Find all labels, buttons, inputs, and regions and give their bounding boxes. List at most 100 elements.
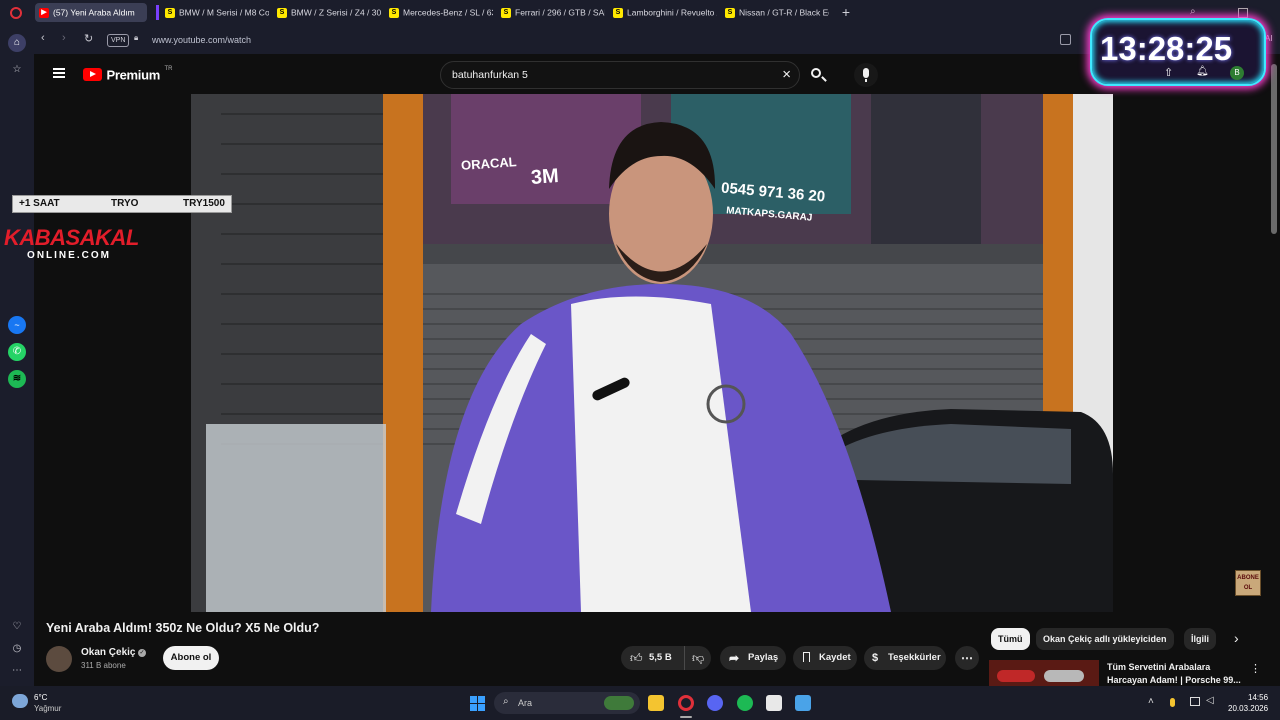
browser-tab-strip: ▶ (57) Yeni Araba Aldım S BMW / M Serisi /…	[0, 0, 1280, 26]
kabasakal-logo: KABASAKAL ONLINE.COM	[4, 225, 139, 262]
like-count: 5,5 B	[649, 652, 672, 663]
dislike-button[interactable]: 👎︎	[684, 646, 711, 670]
taskbar-date[interactable]: 20.03.2026	[1228, 704, 1268, 713]
heart-icon[interactable]: ♡	[8, 618, 26, 636]
search-input[interactable]: batuhanfurkan 5 ×	[440, 61, 800, 89]
windows-start-icon[interactable]	[470, 696, 485, 711]
more-dots-icon[interactable]: ⋯	[8, 662, 26, 680]
sahibinden-favicon-icon: S	[389, 7, 399, 18]
chip-all[interactable]: Tümü	[991, 628, 1030, 650]
reload-icon[interactable]: ↻	[84, 32, 93, 45]
related-video-title-1[interactable]: Tüm Servetini Arabalara	[1107, 662, 1210, 672]
share-label: Paylaş	[748, 652, 779, 663]
tab-search-icon[interactable]: ⌕	[1190, 6, 1196, 17]
weather-temp[interactable]: 6°C	[34, 693, 47, 702]
sahibinden-favicon-icon: S	[165, 7, 175, 18]
pinboard-icon[interactable]: ☆	[8, 61, 26, 79]
new-tab-plus-icon[interactable]: +	[839, 5, 853, 19]
sahibinden-favicon-icon: S	[613, 7, 623, 18]
thumbs-up-icon: 👍︎	[630, 651, 643, 665]
taskbar-time[interactable]: 14:56	[1248, 693, 1268, 702]
spotify-taskbar-icon[interactable]	[737, 695, 753, 711]
clear-search-icon[interactable]: ×	[782, 66, 791, 83]
vpn-badge[interactable]: VPN	[107, 34, 130, 47]
weather-desc[interactable]: Yağmur	[34, 704, 61, 713]
whatsapp-icon[interactable]: ✆	[8, 343, 26, 361]
subscribe-badge[interactable]: ABONE OL	[1235, 570, 1261, 596]
desktop-clock-widget: 13:28:25 ⇧ 🔔︎ B	[1090, 18, 1266, 86]
opera-logo-icon[interactable]	[10, 7, 22, 19]
kabasakal-logo-top: KABASAKAL	[4, 225, 139, 250]
save-label: Kaydet	[819, 652, 851, 663]
tray-volume-icon[interactable]: ◁	[1206, 695, 1214, 706]
history-clock-icon[interactable]: ◷	[8, 640, 26, 658]
video-title: Yeni Araba Aldım! 350z Ne Oldu? X5 Ne Ol…	[46, 621, 320, 635]
taskbar-search-box[interactable]: ⌕ Ara	[494, 692, 640, 714]
home-icon[interactable]: ⌂	[8, 34, 26, 52]
photos-taskbar-icon[interactable]	[795, 695, 811, 711]
logo-country: TR	[164, 66, 173, 72]
tab-lamborghini[interactable]: S Lamborghini / Revuelto /	[609, 3, 717, 22]
forward-arrow-icon[interactable]: ›	[62, 32, 66, 44]
messenger-icon[interactable]: ~	[8, 316, 26, 334]
voice-search-button[interactable]	[854, 63, 878, 87]
chip-related[interactable]: İlgili	[1184, 628, 1216, 650]
tray-microphone-icon[interactable]	[1170, 698, 1175, 707]
chips-next-chevron-icon[interactable]: ›	[1234, 630, 1239, 646]
subscribe-badge-line2: OL	[1243, 585, 1253, 591]
chip-uploader[interactable]: Okan Çekiç adlı yükleyiciden	[1036, 628, 1174, 650]
tray-chevron-icon[interactable]: ˄	[1148, 696, 1154, 707]
promo-banner-item: +1 SAAT	[19, 198, 60, 209]
tab-bmw-z4[interactable]: S BMW / Z Serisi / Z4 / 30i	[273, 3, 381, 22]
hamburger-menu-icon[interactable]	[53, 68, 65, 78]
back-arrow-icon[interactable]: ‹	[41, 32, 45, 44]
opera-taskbar-icon[interactable]	[678, 695, 694, 711]
channel-name[interactable]: Okan Çekiç	[81, 647, 135, 658]
tray-network-icon[interactable]	[1190, 697, 1200, 706]
promo-banner: +1 SAAT TRYO TRY1500	[12, 195, 232, 213]
youtube-logo[interactable]: Premium TR	[83, 66, 172, 84]
tab-nissan-gtr[interactable]: SNissan / GT-R / Black Editi	[721, 3, 829, 22]
page-scrollbar[interactable]	[1271, 64, 1277, 234]
search-query-text: batuhanfurkan 5	[452, 69, 528, 81]
logo-text: Premium	[106, 67, 160, 83]
notifications-bell-icon[interactable]: 🔔︎	[1196, 66, 1209, 77]
save-button[interactable]: Kaydet	[793, 646, 857, 670]
like-button[interactable]: 👍︎ 5,5 B	[621, 646, 677, 670]
tab-bmw-m8[interactable]: S BMW / M Serisi / M8 Cou	[161, 3, 269, 22]
account-avatar[interactable]: B	[1230, 66, 1244, 80]
thanks-button[interactable]: $ Teşekkürler	[864, 646, 946, 670]
youtube-page: Premium TR batuhanfurkan 5 × ORACAL 3M 0…	[4, 54, 1270, 686]
weather-rain-icon[interactable]	[12, 694, 28, 708]
search-highlight-icon	[604, 696, 634, 710]
more-actions-button[interactable]: ⋯	[955, 646, 979, 670]
subscribe-button[interactable]: Abone ol	[163, 646, 219, 670]
upload-icon[interactable]: ⇧	[1164, 66, 1173, 79]
tab-divider-purple	[156, 5, 159, 20]
discord-icon[interactable]	[707, 695, 723, 711]
tab-youtube[interactable]: ▶ (57) Yeni Araba Aldım	[35, 3, 147, 22]
subscriber-count: 311 B abone	[81, 661, 126, 670]
related-video-title-2[interactable]: Harcayan Adam! | Porsche 99...	[1107, 675, 1241, 685]
related-more-icon[interactable]: ⋮	[1250, 662, 1261, 675]
video-player[interactable]: ORACAL 3M 0545 971 36 20 MATKAPS.GARAJ	[191, 94, 1113, 612]
edit-page-icon[interactable]	[1060, 34, 1071, 45]
channel-avatar[interactable]	[46, 646, 72, 672]
spotify-icon[interactable]: ≋	[8, 370, 26, 388]
opera-active-indicator	[680, 716, 692, 718]
bookmark-icon	[803, 652, 810, 662]
microphone-icon	[863, 68, 869, 78]
restore-window-icon[interactable]	[1238, 8, 1248, 18]
taskbar-search-icon: ⌕	[503, 696, 509, 707]
search-button[interactable]	[801, 61, 837, 89]
tab-ferrari-296[interactable]: SFerrari / 296 / GTB / SANT	[497, 3, 605, 22]
subscribe-badge-line1: ABONE	[1237, 575, 1259, 581]
tab-mercedes-sl[interactable]: S Mercedes-Benz / SL / 63	[385, 3, 493, 22]
thanks-label: Teşekkürler	[888, 652, 941, 663]
related-thumbnail[interactable]	[989, 660, 1099, 686]
share-button[interactable]: ➦ Paylaş	[720, 646, 786, 670]
file-explorer-icon[interactable]	[648, 695, 664, 711]
ai-label[interactable]: AI	[1265, 34, 1273, 43]
youtube-play-logo-icon	[83, 68, 102, 82]
app-taskbar-icon[interactable]	[766, 695, 782, 711]
